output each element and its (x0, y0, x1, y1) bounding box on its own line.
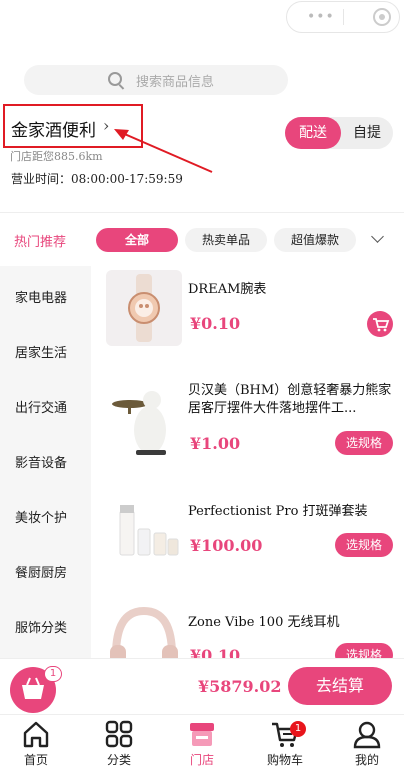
product-price: ¥0.10 (190, 646, 241, 658)
select-spec-clip: 选规格 (335, 643, 393, 658)
product-name[interactable]: DREAM腕表 (188, 281, 398, 299)
product-name[interactable]: 贝汉美（BHM）创意轻奢暴力熊家居客厅摆件大件落地摆件工... (188, 382, 398, 418)
tab-label: 门店 (189, 753, 214, 767)
bottom-tabbar: 首页 分类 门店 1 购物车 我的 (0, 714, 404, 772)
tab-label: 我的 (354, 753, 379, 767)
capsule-divider (343, 9, 344, 25)
hours-value: 08:00:00-17:59:59 (71, 172, 183, 186)
product-name[interactable]: Zone Vibe 100 无线耳机 (188, 614, 398, 632)
chevron-right-icon[interactable]: › (103, 116, 109, 135)
checkout-button[interactable]: 去结算 (288, 667, 392, 705)
category-beauty[interactable]: 美妆个护 (15, 507, 67, 526)
category-home-living[interactable]: 居家生活 (15, 342, 67, 361)
product-price: ¥0.10 (190, 314, 241, 333)
chevron-down-icon[interactable] (371, 230, 384, 243)
business-hours: 营业时间：08:00:00-17:59:59 (11, 170, 183, 187)
tab-label: 首页 (23, 753, 48, 767)
product-image-headphones[interactable] (106, 605, 182, 658)
store-distance: 门店距您885.6km (10, 150, 103, 163)
grid-icon (105, 720, 133, 748)
filter-chip-value-deals[interactable]: 超值爆款 (274, 228, 356, 252)
tab-home[interactable]: 首页 (6, 719, 66, 768)
category-apparel[interactable]: 服饰分类 (15, 617, 67, 636)
tab-category[interactable]: 分类 (89, 719, 149, 768)
cart-badge: 1 (290, 721, 306, 737)
product-price: ¥1.00 (190, 434, 241, 453)
product-image-cosmetics-set[interactable] (106, 503, 182, 563)
tab-store[interactable]: 门店 (172, 719, 232, 768)
annotation-arrow (114, 129, 213, 173)
category-audio-video[interactable]: 影音设备 (15, 452, 67, 471)
category-kitchen[interactable]: 餐厨厨房 (15, 562, 67, 581)
cart-count-badge: 1 (44, 666, 62, 682)
hot-recommend-label[interactable]: 热门推荐 (14, 231, 66, 250)
category-sidebar: 家电电器 居家生活 出行交通 影音设备 美妆个护 餐厨厨房 服饰分类 (0, 266, 91, 658)
user-icon (353, 721, 381, 749)
tab-label: 购物车 (266, 753, 303, 767)
cart-icon (373, 318, 390, 332)
store-name[interactable]: 金家酒便利 (11, 116, 96, 141)
search-input[interactable]: 搜索商品信息 (24, 65, 288, 95)
category-appliances[interactable]: 家电电器 (15, 287, 67, 306)
search-placeholder: 搜索商品信息 (136, 75, 215, 90)
tab-cart[interactable]: 1 购物车 (255, 719, 315, 768)
select-spec-button[interactable]: 选规格 (335, 533, 393, 557)
filter-chip-hot-items[interactable]: 热卖单品 (185, 228, 267, 252)
hours-label: 营业时间： (11, 172, 72, 186)
product-name[interactable]: Perfectionist Pro 打斑弹套装 (188, 503, 398, 521)
search-icon (108, 72, 122, 86)
filter-chip-all[interactable]: 全部 (96, 228, 178, 252)
close-miniprogram-icon[interactable] (373, 8, 391, 26)
cart-total: ¥5879.02 (198, 677, 282, 696)
select-spec-button[interactable]: 选规格 (335, 431, 393, 455)
delivery-option-delivery[interactable]: 配送 (285, 117, 341, 149)
tab-label: 分类 (106, 753, 131, 767)
home-icon (23, 721, 49, 748)
more-icon[interactable]: ••• (307, 10, 335, 24)
tab-mine[interactable]: 我的 (337, 719, 397, 768)
product-image-watch[interactable] (106, 270, 182, 346)
divider (0, 212, 404, 213)
miniprogram-capsule[interactable]: ••• (286, 1, 400, 33)
store-icon (190, 723, 214, 746)
category-transport[interactable]: 出行交通 (15, 397, 67, 416)
select-spec-button[interactable]: 选规格 (335, 643, 393, 658)
product-price-clip: ¥0.10 (190, 646, 250, 658)
product-price: ¥100.00 (190, 536, 263, 555)
product-image-bear-statue[interactable] (106, 380, 182, 458)
delivery-mode-toggle[interactable]: 配送 自提 (285, 117, 393, 149)
add-to-cart-button[interactable] (367, 311, 393, 337)
delivery-option-pickup[interactable]: 自提 (343, 117, 391, 149)
